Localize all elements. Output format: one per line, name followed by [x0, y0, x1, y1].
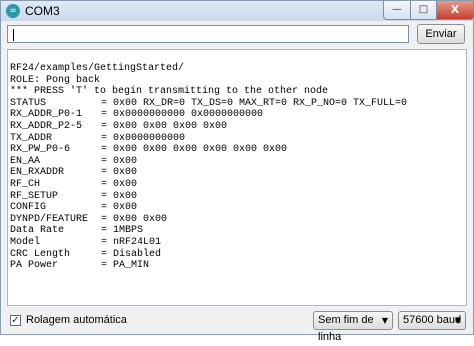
console-line-text: *** PRESS 'T' to begin transmitting to t…	[10, 86, 329, 98]
console-line: RF_SETUP = 0x00	[10, 191, 328, 203]
console-line-value: = 0x00	[101, 178, 138, 190]
console-line: CRC Length = Disabled	[10, 249, 328, 261]
console-line: EN_AA = 0x00	[10, 156, 328, 168]
console-line: STATUS = 0x00 RX_DR=0 TX_DS=0 MAX_RT=0 RX…	[10, 97, 407, 110]
console-line-text: TX_ADDR	[10, 132, 53, 144]
console-line: Data Rate = 1MBPS	[10, 225, 328, 237]
console-line: DYNPD/FEATURE = 0x00 0x00	[10, 214, 328, 226]
console-line-text: RF_CH	[10, 178, 41, 190]
console-line: EN_RXADDR = 0x00	[10, 167, 328, 179]
minimize-button[interactable]: —	[383, 1, 411, 20]
console-line-text: DYNPD/FEATURE	[10, 213, 89, 225]
console-line-text: ROLE: Pong back	[10, 74, 101, 86]
console-line: ROLE: Pong back	[10, 75, 328, 87]
chevron-down-icon: ▼	[454, 316, 461, 325]
console-line-value: = 0x00 0x00 0x00 0x00 0x00 0x00	[101, 144, 288, 156]
console-line: RX_PW_P0-6 = 0x00 0x00 0x00 0x00 0x00 0x0…	[10, 144, 328, 156]
serial-send-input[interactable]	[7, 25, 409, 43]
serial-output-console[interactable]: RF24/examples/GettingStarted/ROLE: Pong …	[7, 49, 467, 306]
baud-rate-value: 57600 baud	[403, 314, 462, 326]
console-line: PA Power = PA_MIN	[10, 260, 328, 272]
console-line-text: RF24/examples/GettingStarted/	[10, 63, 185, 74]
console-line-value: = 0x0000000000 0x0000000000	[101, 109, 264, 121]
serial-monitor-window: ∞ COM3 — □ X Enviar RF24/examples/Gettin…	[0, 0, 474, 343]
console-line-value: = 0x00	[101, 190, 138, 202]
console-line: Model = nRF24L01	[10, 237, 328, 249]
console-line: RF24/examples/GettingStarted/	[10, 63, 328, 75]
console-line-value: = 0x00 RX_DR=0 TX_DS=0 MAX_RT=0 RX_P_NO=…	[101, 97, 408, 109]
console-line-text: RX_ADDR_P2-5	[10, 120, 83, 132]
arduino-logo-icon: ∞	[6, 4, 20, 18]
console-output: RF24/examples/GettingStarted/ROLE: Pong …	[10, 63, 407, 272]
console-line: RF_CH = 0x00	[10, 179, 328, 191]
send-button[interactable]: Enviar	[417, 24, 465, 44]
window-title: COM3	[25, 4, 60, 18]
console-line: *** PRESS 'T' to begin transmitting to t…	[10, 86, 328, 98]
console-line-value: = 0x00 0x00 0x00 0x00	[101, 120, 228, 132]
line-ending-value: Sem fim de linha	[318, 314, 374, 343]
status-bar: ✓ Rolagem automática Sem fim de linha ▼ …	[1, 307, 473, 343]
console-line: TX_ADDR = 0x0000000000	[10, 133, 328, 145]
console-line-text: CONFIG	[10, 202, 47, 214]
console-line-text: STATUS	[10, 97, 47, 109]
console-line: CONFIG = 0x00	[10, 202, 328, 214]
console-line-text: CRC Length	[10, 248, 71, 260]
console-line: RX_ADDR_P2-5 = 0x00 0x00 0x00 0x00	[10, 121, 328, 133]
autoscroll-checkbox[interactable]: ✓	[10, 315, 21, 326]
console-line-value: = PA_MIN	[101, 260, 150, 272]
autoscroll-label: Rolagem automática	[26, 314, 127, 326]
console-line-value: = nRF24L01	[101, 236, 162, 248]
console-line: RX_ADDR_P0-1 = 0x0000000000 0x0000000000	[10, 109, 328, 121]
console-line-value: = 0x00	[101, 167, 138, 179]
checkmark-icon: ✓	[11, 315, 20, 326]
console-line-text: Data Rate	[10, 225, 65, 237]
close-button[interactable]: X	[436, 1, 474, 20]
console-line-text: Model	[10, 236, 41, 248]
console-line-text: EN_RXADDR	[10, 167, 65, 179]
text-caret	[13, 29, 14, 41]
console-line-value: = 0x0000000000	[101, 132, 186, 144]
baud-rate-dropdown[interactable]: 57600 baud ▼	[398, 311, 466, 330]
console-line-value: = 1MBPS	[101, 225, 144, 237]
console-line-text: RX_PW_P0-6	[10, 144, 71, 156]
console-line-value: = 0x00	[101, 202, 138, 214]
console-line-value: = 0x00 0x00	[101, 213, 168, 225]
send-row: Enviar	[1, 21, 473, 49]
console-line-text: RX_ADDR_P0-1	[10, 109, 83, 121]
maximize-button[interactable]: □	[410, 1, 437, 20]
console-line-text: RF_SETUP	[10, 190, 59, 202]
title-bar[interactable]: ∞ COM3 — □ X	[1, 1, 474, 21]
console-line-text: EN_AA	[10, 155, 41, 167]
console-line-value: = Disabled	[101, 248, 162, 260]
console-line-text: PA Power	[10, 260, 59, 272]
chevron-down-icon: ▼	[381, 316, 388, 325]
line-ending-dropdown[interactable]: Sem fim de linha ▼	[313, 311, 393, 343]
console-line-value: = 0x00	[101, 155, 138, 167]
